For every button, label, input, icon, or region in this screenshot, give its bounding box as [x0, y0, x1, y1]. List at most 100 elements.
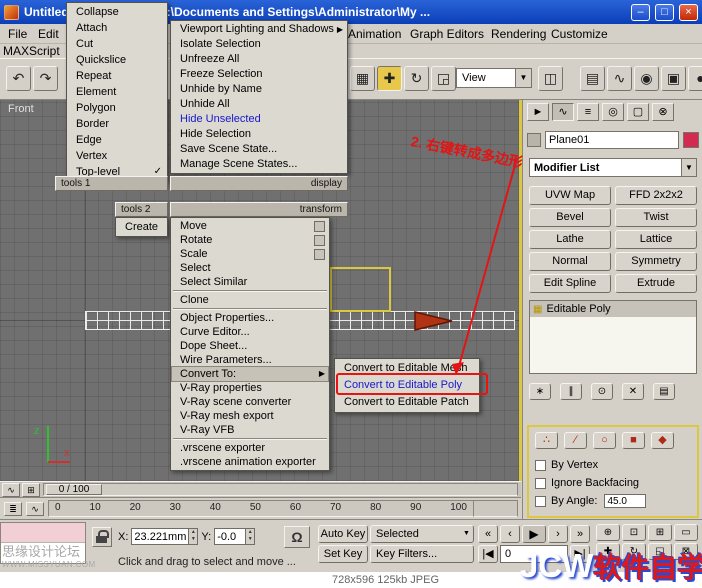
modifier-list-dropdown[interactable]: Modifier List ▼ — [529, 158, 697, 177]
menu-item-vray-mesh-export[interactable]: V-Ray mesh export — [172, 409, 328, 423]
menu-item-vray-properties[interactable]: V-Ray properties — [172, 381, 328, 395]
time-slider-grip[interactable]: 0 / 100 — [46, 484, 102, 495]
pin-stack-icon[interactable]: ∗ — [529, 383, 551, 400]
menu-item-vray-scene-converter[interactable]: V-Ray scene converter — [172, 395, 328, 409]
selected-dropdown[interactable]: Selected ▼ — [370, 525, 474, 543]
tab-hierarchy-icon[interactable]: ≡ — [577, 103, 599, 121]
stack-item-editable-poly[interactable]: ▦ Editable Poly — [530, 301, 696, 317]
menu-item-create[interactable]: Create — [117, 219, 166, 235]
modifier-button-symmetry[interactable]: Symmetry — [615, 252, 697, 271]
menu-item-unhide-by-name[interactable]: Unhide by Name — [172, 82, 346, 97]
goto-start-button[interactable]: « — [478, 525, 498, 543]
menu-item-vrscene-exporter[interactable]: .vrscene exporter — [172, 441, 328, 455]
menu-item-convert-to[interactable]: Convert To: ▶ — [172, 367, 328, 381]
menu-item-quickslice[interactable]: Quickslice — [68, 52, 166, 68]
by-angle-checkbox[interactable] — [535, 496, 546, 507]
menu-item-dope-sheet[interactable]: Dope Sheet... — [172, 339, 328, 353]
menu-customize[interactable]: Customize — [546, 26, 613, 42]
select-and-move-button[interactable]: ✚ — [377, 66, 402, 91]
track-list-icon[interactable]: ≣ — [4, 502, 22, 516]
menu-item-polygon[interactable]: Polygon — [68, 100, 166, 116]
modifier-button-extrude[interactable]: Extrude — [615, 274, 697, 293]
by-vertex-checkbox[interactable] — [535, 460, 546, 471]
menu-item-select-similar[interactable]: Select Similar — [172, 275, 328, 289]
dropdown-arrow-icon[interactable]: ▼ — [515, 69, 531, 87]
menu-item-edge[interactable]: Edge — [68, 132, 166, 148]
select-and-rotate-button[interactable]: ↻ — [404, 66, 429, 91]
redo-button[interactable]: ↷ — [33, 66, 58, 91]
menu-item-wire-parameters[interactable]: Wire Parameters... — [172, 353, 328, 367]
menu-item-vray-vfb[interactable]: V-Ray VFB — [172, 423, 328, 437]
set-key-button[interactable]: Set Key — [318, 545, 368, 563]
menu-rendering[interactable]: Rendering — [486, 26, 551, 42]
tab-motion-icon[interactable]: ◎ — [602, 103, 624, 121]
zoom-extents-icon[interactable]: ⊞ — [648, 524, 672, 541]
menu-item-move[interactable]: Move — [172, 219, 328, 233]
modifier-button-twist[interactable]: Twist — [615, 208, 697, 227]
key-filters-button[interactable]: Key Filters... — [370, 545, 474, 563]
previous-frame-button[interactable]: ‹ — [500, 525, 520, 543]
element-subobject-icon[interactable]: ◆ — [651, 432, 674, 449]
menu-item-vrscene-animation-exporter[interactable]: .vrscene animation exporter — [172, 455, 328, 469]
render-setup-button[interactable]: ▣ — [661, 66, 686, 91]
menu-item-hide-selection[interactable]: Hide Selection — [172, 127, 346, 142]
settings-box-icon[interactable] — [314, 235, 325, 246]
menu-item-element[interactable]: Element — [68, 84, 166, 100]
window-crossing-icon[interactable]: ▦ — [350, 66, 375, 91]
by-angle-field[interactable] — [604, 494, 646, 508]
remove-modifier-icon[interactable]: ✕ — [622, 383, 644, 400]
make-unique-icon[interactable]: ⊙ — [591, 383, 613, 400]
modifier-button-ffd[interactable]: FFD 2x2x2 — [615, 186, 697, 205]
menu-animation[interactable]: Animation — [343, 26, 406, 42]
tab-create-icon[interactable]: ► — [527, 103, 549, 121]
play-button[interactable]: ▶ — [522, 525, 546, 543]
configure-stack-icon[interactable]: ▤ — [653, 383, 675, 400]
spinner-icon[interactable]: ▲▼ — [188, 529, 197, 544]
modifier-button-lathe[interactable]: Lathe — [529, 230, 611, 249]
menu-item-scale[interactable]: Scale — [172, 247, 328, 261]
border-subobject-icon[interactable]: ○ — [593, 432, 616, 449]
material-editor-button[interactable]: ◉ — [634, 66, 659, 91]
tab-modify-icon[interactable]: ∿ — [552, 103, 574, 121]
show-end-result-icon[interactable]: ∥ — [560, 383, 582, 400]
menu-item-freeze-selection[interactable]: Freeze Selection — [172, 67, 346, 82]
menu-item-unfreeze-all[interactable]: Unfreeze All — [172, 52, 346, 67]
undo-button[interactable]: ↶ — [6, 66, 31, 91]
time-slider-track[interactable]: 0 / 100 — [43, 483, 518, 496]
menu-item-manage-scene-states[interactable]: Manage Scene States... — [172, 157, 346, 172]
track-bar-ruler[interactable]: 0 10 20 30 40 50 60 70 80 90 100 — [48, 500, 474, 517]
tab-display-icon[interactable]: ▢ — [627, 103, 649, 121]
object-color-swatch[interactable] — [683, 132, 699, 148]
auto-key-button[interactable]: Auto Key — [318, 525, 368, 543]
reference-coordinate-dropdown[interactable]: View ▼ — [456, 68, 532, 88]
menu-item-object-properties[interactable]: Object Properties... — [172, 311, 328, 325]
menu-maxscript[interactable]: MAXScript — [3, 44, 60, 58]
track-curve-icon[interactable]: ∿ — [26, 502, 44, 516]
menu-item-select[interactable]: Select — [172, 261, 328, 275]
spinner-icon[interactable]: ▲▼ — [245, 529, 254, 544]
close-button[interactable]: × — [679, 4, 698, 21]
menu-item-viewport-lighting[interactable]: Viewport Lighting and Shadows ▶ — [172, 22, 346, 37]
vertex-subobject-icon[interactable]: ∴ — [535, 432, 558, 449]
modifier-button-bevel[interactable]: Bevel — [529, 208, 611, 227]
y-coordinate-field[interactable] — [215, 529, 245, 544]
settings-box-icon[interactable] — [314, 221, 325, 232]
menu-item-isolate-selection[interactable]: Isolate Selection — [172, 37, 346, 52]
layer-manager-button[interactable]: ▤ — [580, 66, 605, 91]
curve-editor-button[interactable]: ∿ — [607, 66, 632, 91]
menu-item-cut[interactable]: Cut — [68, 36, 166, 52]
previous-key-button[interactable]: |◀ — [478, 545, 498, 563]
quick-render-button[interactable]: ● — [688, 66, 702, 91]
slider-grid-icon[interactable]: ⊞ — [22, 483, 40, 497]
menu-file[interactable]: File — [3, 26, 32, 42]
minimize-button[interactable]: – — [631, 4, 650, 21]
dropdown-arrow-icon[interactable]: ▼ — [460, 526, 473, 542]
menu-item-border[interactable]: Border — [68, 116, 166, 132]
ignore-backfacing-checkbox[interactable] — [535, 478, 546, 489]
menu-item-hide-unselected[interactable]: Hide Unselected — [172, 112, 346, 127]
menu-item-convert-editable-patch[interactable]: Convert to Editable Patch — [336, 394, 478, 411]
menu-graph-editors[interactable]: Graph Editors — [405, 26, 489, 42]
menu-item-attach[interactable]: Attach — [68, 20, 166, 36]
edge-subobject-icon[interactable]: ∕ — [564, 432, 587, 449]
dropdown-arrow-icon[interactable]: ▼ — [681, 159, 696, 176]
